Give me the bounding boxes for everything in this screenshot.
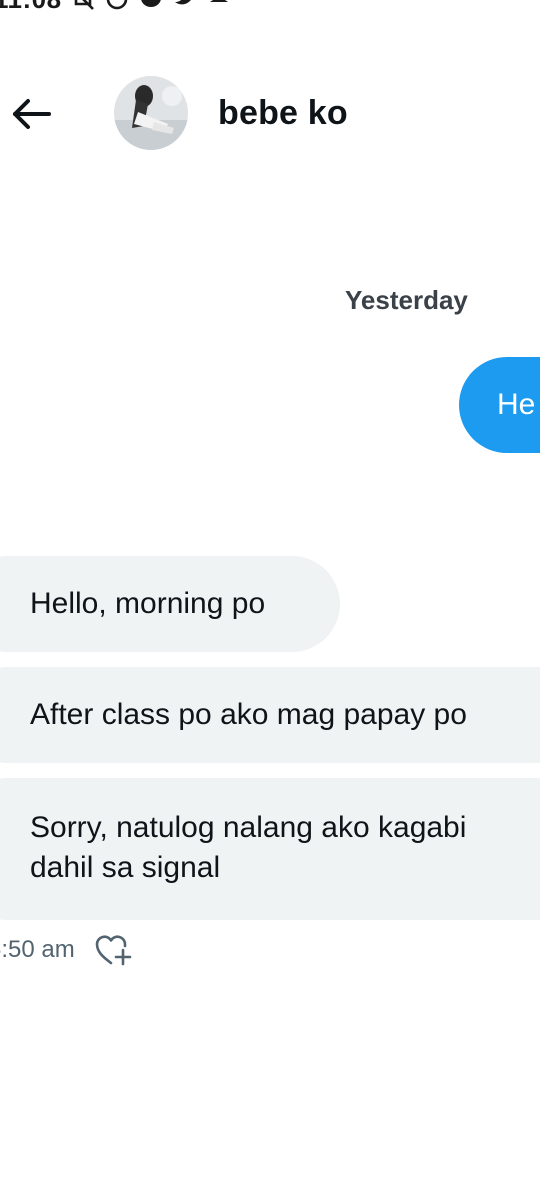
- alarm-off-icon: [70, 0, 96, 12]
- message-timestamp: 6:50 am: [0, 936, 75, 963]
- message-text-line: dahil sa signal: [30, 851, 221, 884]
- conversation-header: bebe ko: [0, 68, 540, 158]
- person-icon: [206, 0, 232, 12]
- message-text-line: Sorry, natulog nalang ako kagabi: [30, 811, 467, 844]
- contact-name[interactable]: bebe ko: [218, 94, 348, 133]
- avatar[interactable]: [114, 76, 188, 150]
- message-text: Hello, morning po: [30, 587, 266, 620]
- back-button[interactable]: [6, 92, 56, 136]
- incoming-message-bubble[interactable]: Sorry, natulog nalang ako kagabi dahil s…: [0, 778, 540, 920]
- incoming-message-bubble[interactable]: Hello, morning po: [0, 556, 340, 652]
- react-button[interactable]: [93, 930, 133, 970]
- dm-conversation-screen: 11:08: [0, 0, 540, 1200]
- date-label: Yesterday: [345, 285, 468, 315]
- twitter-icon: [172, 0, 198, 12]
- message-text: After class po ako mag papay po: [30, 698, 467, 731]
- messenger-icon: [138, 0, 164, 12]
- outgoing-message-bubble[interactable]: He: [459, 357, 540, 453]
- sync-icon: [104, 0, 130, 12]
- heart-plus-icon: [95, 935, 132, 966]
- arrow-left-icon: [13, 99, 51, 129]
- status-time: 11:08: [0, 0, 62, 15]
- message-meta-row: 6:50 am: [0, 930, 133, 970]
- status-bar: 11:08: [0, 0, 232, 14]
- incoming-message-bubble[interactable]: After class po ako mag papay po: [0, 667, 540, 763]
